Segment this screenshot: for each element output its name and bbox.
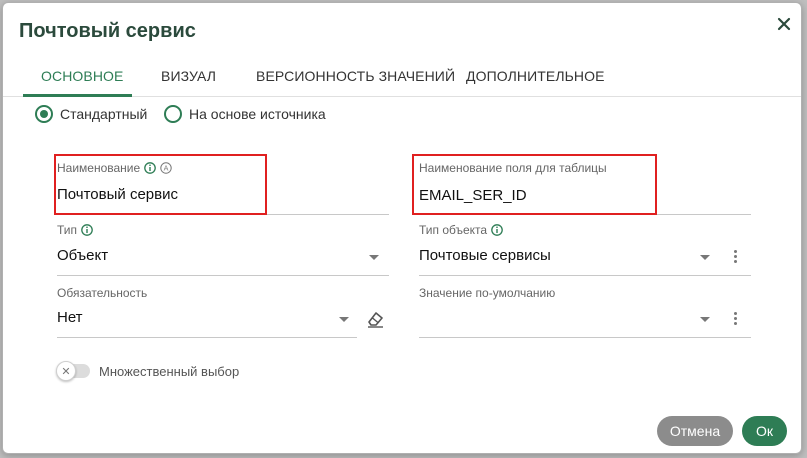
tab-additional[interactable]: ДОПОЛНИТЕЛЬНОЕ bbox=[466, 68, 605, 84]
dialog-title: Почтовый сервис bbox=[19, 20, 196, 42]
required-label-row: Обязательность bbox=[57, 286, 147, 300]
tab-value-versioning[interactable]: ВЕРСИОННОСТЬ ЗНАЧЕНИЙ bbox=[256, 68, 455, 84]
active-tab-indicator bbox=[23, 94, 132, 97]
radio-standard[interactable]: Стандартный bbox=[35, 105, 147, 123]
object-type-underline bbox=[419, 275, 751, 276]
required-select-value[interactable]: Нет bbox=[57, 309, 83, 326]
more-vertical-icon[interactable] bbox=[734, 250, 738, 264]
object-type-label-row: Тип объекта bbox=[419, 223, 503, 237]
default-value-label: Значение по-умолчанию bbox=[419, 286, 556, 300]
radio-source-based[interactable]: На основе источника bbox=[164, 105, 326, 123]
radio-standard-label: Стандартный bbox=[60, 106, 148, 122]
cancel-button[interactable]: Отмена bbox=[657, 416, 733, 446]
radio-checked-icon bbox=[35, 105, 53, 123]
type-select-value[interactable]: Объект bbox=[57, 247, 108, 264]
chevron-down-icon[interactable] bbox=[339, 317, 349, 322]
info-icon[interactable] bbox=[81, 224, 93, 236]
type-field-label-row: Тип bbox=[57, 223, 93, 237]
chevron-down-icon[interactable] bbox=[700, 255, 710, 260]
required-underline bbox=[57, 337, 357, 338]
close-icon[interactable] bbox=[773, 13, 795, 35]
tab-bar: ОСНОВНОЕ ВИЗУАЛ ВЕРСИОННОСТЬ ЗНАЧЕНИЙ ДО… bbox=[3, 55, 801, 97]
chevron-down-icon[interactable] bbox=[700, 317, 710, 322]
multiple-choice-label: Множественный выбор bbox=[99, 364, 240, 379]
type-field-label: Тип bbox=[57, 223, 78, 237]
object-type-label: Тип объекта bbox=[419, 223, 488, 237]
tab-visual[interactable]: ВИЗУАЛ bbox=[161, 68, 216, 84]
chevron-down-icon[interactable] bbox=[369, 255, 379, 260]
toggle-off-icon: ✕ bbox=[56, 361, 76, 381]
dialog: Почтовый сервис ОСНОВНОЕ ВИЗУАЛ ВЕРСИОНН… bbox=[2, 2, 802, 454]
required-label: Обязательность bbox=[57, 286, 148, 300]
ok-button[interactable]: Ок bbox=[742, 416, 787, 446]
default-value-underline bbox=[419, 337, 751, 338]
radio-source-based-label: На основе источника bbox=[189, 106, 326, 122]
radio-unchecked-icon bbox=[164, 105, 182, 123]
multiple-choice-toggle[interactable]: ✕ bbox=[56, 361, 90, 381]
object-type-select-value[interactable]: Почтовые сервисы bbox=[419, 247, 551, 264]
table-field-highlight bbox=[412, 154, 657, 215]
tab-basic[interactable]: ОСНОВНОЕ bbox=[41, 68, 123, 84]
name-field-highlight bbox=[54, 154, 267, 215]
default-value-label-row: Значение по-умолчанию bbox=[419, 286, 555, 300]
eraser-icon[interactable] bbox=[365, 309, 385, 329]
info-icon[interactable] bbox=[491, 224, 503, 236]
more-vertical-icon[interactable] bbox=[734, 312, 738, 326]
type-field-underline bbox=[57, 275, 389, 276]
